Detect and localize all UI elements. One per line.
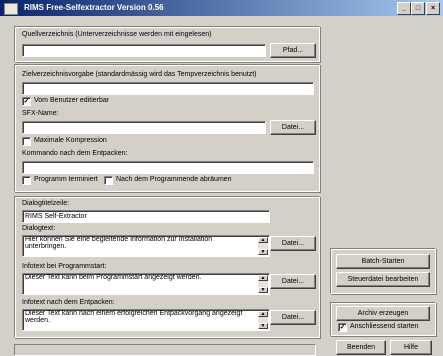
program-terminated-label: Programm terminiert (34, 176, 98, 183)
dialog-text-value: Hier können Sie eine begleitende Informa… (25, 236, 213, 250)
window-title: RIMS Free-Selfextractor Version 0.56 (24, 3, 164, 12)
dialog-text-label: Dialogtext: (22, 225, 56, 232)
info-after-label: Infotext nach dem Entpacken: (22, 299, 115, 306)
info-start-scrollbar[interactable]: ▲ ▼ (258, 275, 268, 293)
user-editable-label: Vom Benutzer editierbar (34, 97, 110, 104)
quit-button[interactable]: Beenden (336, 340, 386, 355)
close-button[interactable]: × (426, 2, 440, 15)
info-start-area[interactable]: Dieser Text kann beim Programmstart ange… (22, 273, 270, 295)
max-compression-label: Maximale Kompression (34, 137, 107, 144)
scroll-down-icon[interactable]: ▼ (258, 287, 268, 293)
user-editable-checkbox[interactable]: ✓ (22, 97, 31, 106)
cleanup-label: Nach dem Programmende abräumen (116, 176, 232, 183)
source-path-field[interactable] (22, 44, 266, 57)
info-after-area[interactable]: Dieser Text kann nach einem erfolgreiche… (22, 309, 270, 331)
help-button[interactable]: Hilfe (390, 340, 432, 355)
source-browse-button[interactable]: Pfad... (270, 43, 316, 58)
app-icon (4, 3, 18, 15)
dialog-title-label: Dialogtitelzeile: (22, 200, 70, 207)
dialog-text-area[interactable]: Hier können Sie eine begleitende Informa… (22, 235, 270, 257)
info-start-value: Dieser Text kann beim Programmstart ange… (25, 274, 202, 281)
dialog-title-field[interactable]: RIMS Self-Extractor (22, 210, 270, 223)
sfx-browse-button[interactable]: Datei... (270, 120, 316, 135)
info-after-browse-button[interactable]: Datei... (270, 310, 316, 325)
start-after-checkbox[interactable]: ✓ (338, 323, 347, 332)
title-bar[interactable]: RIMS Free-Selfextractor Version 0.56 _ □… (0, 0, 443, 16)
scroll-down-icon[interactable]: ▼ (258, 249, 268, 255)
cleanup-checkbox[interactable] (104, 176, 113, 185)
sfx-name-field[interactable] (22, 121, 266, 134)
batch-start-button[interactable]: Batch-Starten (336, 254, 430, 269)
command-label: Kommando nach dem Entpacken: (22, 150, 128, 157)
source-label: Quellverzeichnis (Unterverzeichnisse wer… (22, 31, 212, 38)
edit-control-file-button[interactable]: Steuerdatei bearbeiten (336, 272, 430, 287)
max-compression-checkbox[interactable] (22, 137, 31, 146)
target-label: Zielverzeichnisvorgabe (standardmässig w… (22, 71, 257, 78)
scroll-up-icon[interactable]: ▲ (258, 237, 268, 243)
scroll-down-icon[interactable]: ▼ (258, 323, 268, 329)
maximize-button[interactable]: □ (411, 2, 425, 15)
info-after-value: Dieser Text kann nach einem erfolgreiche… (25, 310, 243, 324)
status-bar (14, 344, 316, 356)
info-start-browse-button[interactable]: Datei... (270, 274, 316, 289)
dialog-text-scrollbar[interactable]: ▲ ▼ (258, 237, 268, 255)
scroll-up-icon[interactable]: ▲ (258, 311, 268, 317)
minimize-button[interactable]: _ (397, 2, 411, 15)
sfx-name-label: SFX-Name: (22, 110, 59, 117)
start-after-label: Anschliessend starten (350, 323, 419, 330)
command-field[interactable] (22, 161, 314, 174)
target-path-field[interactable] (22, 82, 314, 95)
create-archive-button[interactable]: Archiv erzeugen (336, 306, 430, 321)
info-start-label: Infotext bei Programmstart: (22, 263, 107, 270)
dialog-text-browse-button[interactable]: Datei... (270, 236, 316, 251)
program-terminated-checkbox[interactable] (22, 176, 31, 185)
scroll-up-icon[interactable]: ▲ (258, 275, 268, 281)
info-after-scrollbar[interactable]: ▲ ▼ (258, 311, 268, 329)
